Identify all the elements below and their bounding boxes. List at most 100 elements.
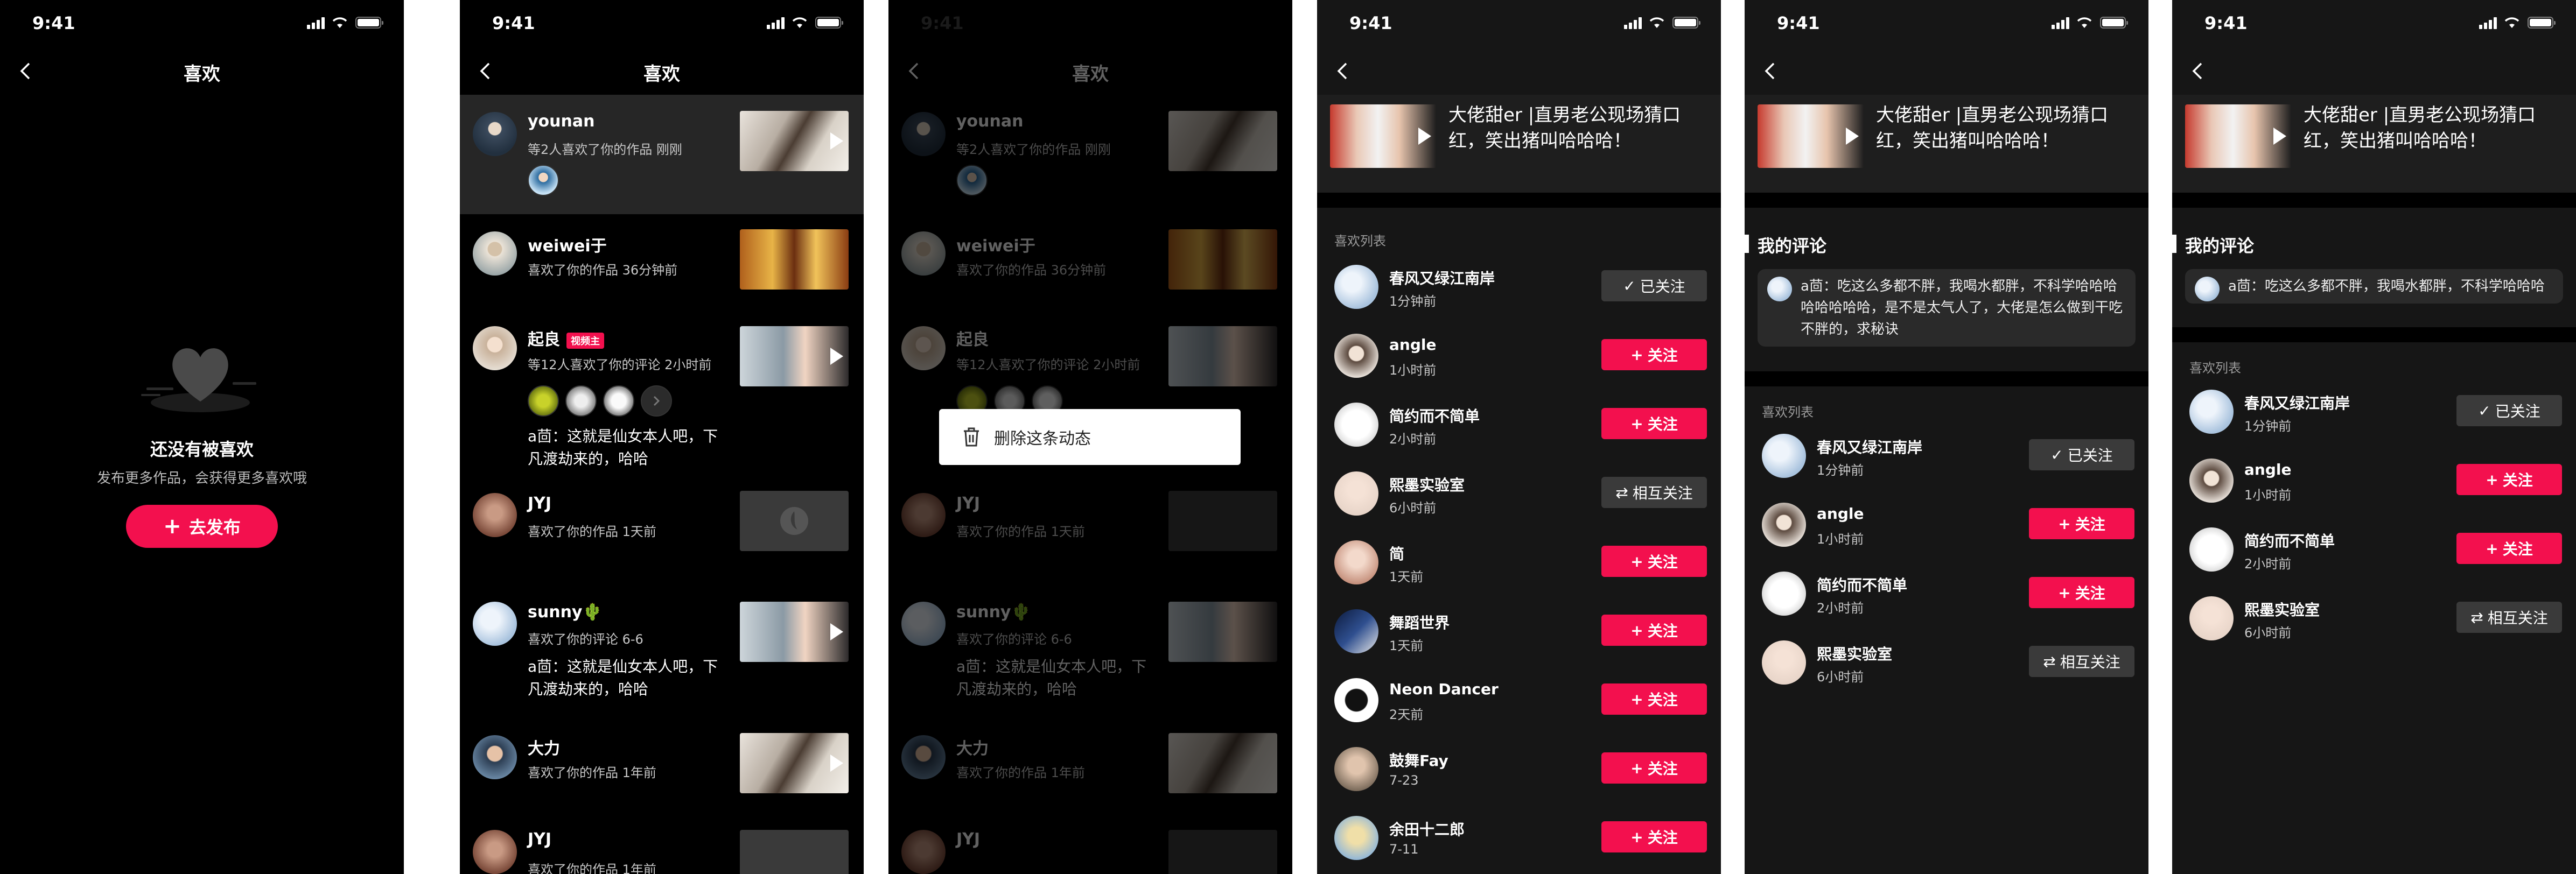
liker-name[interactable]: 简约而不简单 <box>2244 530 2335 551</box>
mutual-follow-button[interactable]: ⇄ 相互关注 <box>2456 602 2562 633</box>
avatar[interactable] <box>2189 596 2234 640</box>
follow-button[interactable]: + 关注 <box>1601 615 1707 646</box>
liker-name[interactable]: 春风又绿江南岸 <box>1817 436 1922 457</box>
liker-row[interactable]: 简约而不简单 2小时前 + 关注 <box>1317 391 1721 460</box>
mutual-follow-button[interactable]: ⇄ 相互关注 <box>2029 646 2134 677</box>
avatar[interactable] <box>1762 434 1806 478</box>
my-comment-box[interactable]: a茴：吃这么多都不胖，我喝水都胖，不科学哈哈哈 <box>2185 269 2563 304</box>
video-thumbnail[interactable] <box>740 602 849 662</box>
avatar[interactable] <box>1334 678 1378 722</box>
liker-name[interactable]: 舞蹈世界 <box>1389 611 1450 633</box>
liker-row[interactable]: 春风又绿江南岸 1分钟前 ✓ 已关注 <box>1745 422 2148 491</box>
avatar[interactable] <box>1334 471 1378 516</box>
liker-row[interactable]: 简约而不简单 2小时前 + 关注 <box>1745 560 2148 629</box>
publish-button[interactable]: + 去发布 <box>126 505 278 548</box>
item-name[interactable]: younan <box>528 112 594 131</box>
mutual-follow-button[interactable]: ⇄ 相互关注 <box>1601 477 1707 508</box>
liker-row[interactable]: 春风又绿江南岸 1分钟前 ✓ 已关注 <box>2172 378 2576 447</box>
liker-avatar[interactable] <box>603 385 634 417</box>
liker-row[interactable]: 熙墨实验室 6小时前 ⇄ 相互关注 <box>2172 584 2576 653</box>
avatar[interactable] <box>473 112 517 156</box>
item-name[interactable]: sunny🌵 <box>528 603 603 622</box>
avatar[interactable] <box>1334 334 1378 378</box>
avatar[interactable] <box>1762 640 1806 685</box>
liker-name[interactable]: 春风又绿江南岸 <box>1389 267 1495 288</box>
item-name[interactable]: 大力 <box>528 735 560 759</box>
follow-button[interactable]: + 关注 <box>1601 752 1707 784</box>
item-name[interactable]: JYJ <box>528 830 551 849</box>
liker-row[interactable]: 舞蹈世界 1天前 + 关注 <box>1317 597 1721 666</box>
follow-button[interactable]: + 关注 <box>1601 683 1707 715</box>
followed-button[interactable]: ✓ 已关注 <box>2029 439 2134 470</box>
follow-button[interactable]: + 关注 <box>1601 821 1707 852</box>
liker-name[interactable]: angle <box>1389 336 1436 354</box>
avatar[interactable] <box>2189 459 2234 503</box>
followed-button[interactable]: ✓ 已关注 <box>1601 270 1707 301</box>
avatar[interactable] <box>1762 503 1806 547</box>
follow-button[interactable]: + 关注 <box>2456 533 2562 564</box>
video-thumbnail[interactable] <box>740 229 849 290</box>
video-thumbnail[interactable] <box>740 111 849 171</box>
item-name[interactable]: 起良 视频主 <box>528 326 604 350</box>
list-item[interactable]: 起良 视频主 等12人喜欢了你的评论 2小时前 a茴：这就是仙女本人吧，下凡渡劫来… <box>460 310 864 477</box>
liker-name[interactable]: 熙墨实验室 <box>1389 474 1465 495</box>
more-likers-button[interactable] <box>641 385 672 417</box>
avatar[interactable] <box>1334 403 1378 447</box>
follow-button[interactable]: + 关注 <box>1601 546 1707 577</box>
liker-avatar[interactable] <box>528 165 559 196</box>
avatar[interactable] <box>1334 609 1378 653</box>
liker-name[interactable]: 熙墨实验室 <box>1817 643 1892 664</box>
avatar[interactable] <box>2189 527 2234 572</box>
avatar[interactable] <box>473 735 517 779</box>
video-card[interactable]: 大佬甜er |直男老公现场猜口红，笑出猪叫哈哈哈！ <box>1745 95 2148 193</box>
liker-row[interactable]: 春风又绿江南岸 1分钟前 ✓ 已关注 <box>1317 253 1721 322</box>
liker-name[interactable]: 余田十二郎 <box>1389 818 1465 840</box>
list-item[interactable]: JYJ 喜欢了你的作品 1天前 <box>460 477 864 563</box>
video-thumbnail[interactable] <box>740 733 849 793</box>
my-comment-box[interactable]: a茴：吃这么多都不胖，我喝水都胖，不科学哈哈哈哈哈哈哈哈，是不是太气人了，大佬是… <box>1758 269 2136 347</box>
liker-name[interactable]: 鼓舞Fay <box>1389 749 1448 771</box>
avatar[interactable] <box>1334 816 1378 860</box>
video-thumbnail[interactable] <box>1330 104 1437 168</box>
liker-row[interactable]: 简约而不简单 2小时前 + 关注 <box>2172 516 2576 584</box>
liker-name[interactable]: 简约而不简单 <box>1389 405 1480 426</box>
liker-avatar[interactable] <box>528 385 559 417</box>
back-icon[interactable] <box>2188 61 2208 81</box>
video-thumbnail[interactable] <box>1758 104 1864 168</box>
liker-name[interactable]: 熙墨实验室 <box>2244 598 2320 620</box>
list-item[interactable]: 大力 喜欢了你的作品 1年前 <box>460 730 864 816</box>
liker-row[interactable]: 余田十二郎 7-11 + 关注 <box>1317 804 1721 873</box>
liker-name[interactable]: angle <box>2244 461 2291 478</box>
avatar[interactable] <box>1334 747 1378 791</box>
video-thumbnail-placeholder[interactable] <box>740 830 849 874</box>
list-item[interactable]: sunny🌵 喜欢了你的评论 6-6 a茴：这就是仙女本人吧，下凡渡劫来的，哈哈 <box>460 563 864 730</box>
item-name[interactable]: weiwei于 <box>528 232 607 256</box>
video-thumbnail-placeholder[interactable] <box>740 491 849 551</box>
liker-row[interactable]: 简 1天前 + 关注 <box>1317 528 1721 597</box>
follow-button[interactable]: + 关注 <box>1601 408 1707 439</box>
avatar[interactable] <box>473 830 517 874</box>
follow-button[interactable]: + 关注 <box>2456 464 2562 495</box>
liker-name[interactable]: angle <box>1817 505 1864 523</box>
avatar[interactable] <box>473 326 517 370</box>
back-icon[interactable] <box>1761 61 1780 81</box>
follow-button[interactable]: + 关注 <box>1601 339 1707 370</box>
delete-menu-item[interactable]: 删除这条动态 <box>939 409 1241 465</box>
liker-name[interactable]: Neon Dancer <box>1389 680 1499 698</box>
followed-button[interactable]: ✓ 已关注 <box>2456 395 2562 426</box>
list-item[interactable]: younan 等2人喜欢了你的作品 刚刚 <box>460 95 864 214</box>
list-item[interactable]: JYJ 喜欢了你的作品 1年前 <box>460 816 864 874</box>
video-thumbnail[interactable] <box>740 326 849 386</box>
avatar[interactable] <box>1334 540 1378 584</box>
item-name[interactable]: JYJ <box>528 494 551 513</box>
liker-row[interactable]: angle 1小时前 + 关注 <box>2172 447 2576 516</box>
liker-row[interactable]: angle 1小时前 + 关注 <box>1745 491 2148 560</box>
liker-name[interactable]: 简约而不简单 <box>1817 574 1907 595</box>
avatar[interactable] <box>473 231 517 276</box>
avatar[interactable] <box>473 602 517 646</box>
liker-row[interactable]: 熙墨实验室 6小时前 ⇄ 相互关注 <box>1745 629 2148 697</box>
avatar[interactable] <box>2189 390 2234 434</box>
avatar[interactable] <box>1334 265 1378 309</box>
liker-row[interactable]: 鼓舞Fay 7-23 + 关注 <box>1317 735 1721 804</box>
follow-button[interactable]: + 关注 <box>2029 508 2134 539</box>
